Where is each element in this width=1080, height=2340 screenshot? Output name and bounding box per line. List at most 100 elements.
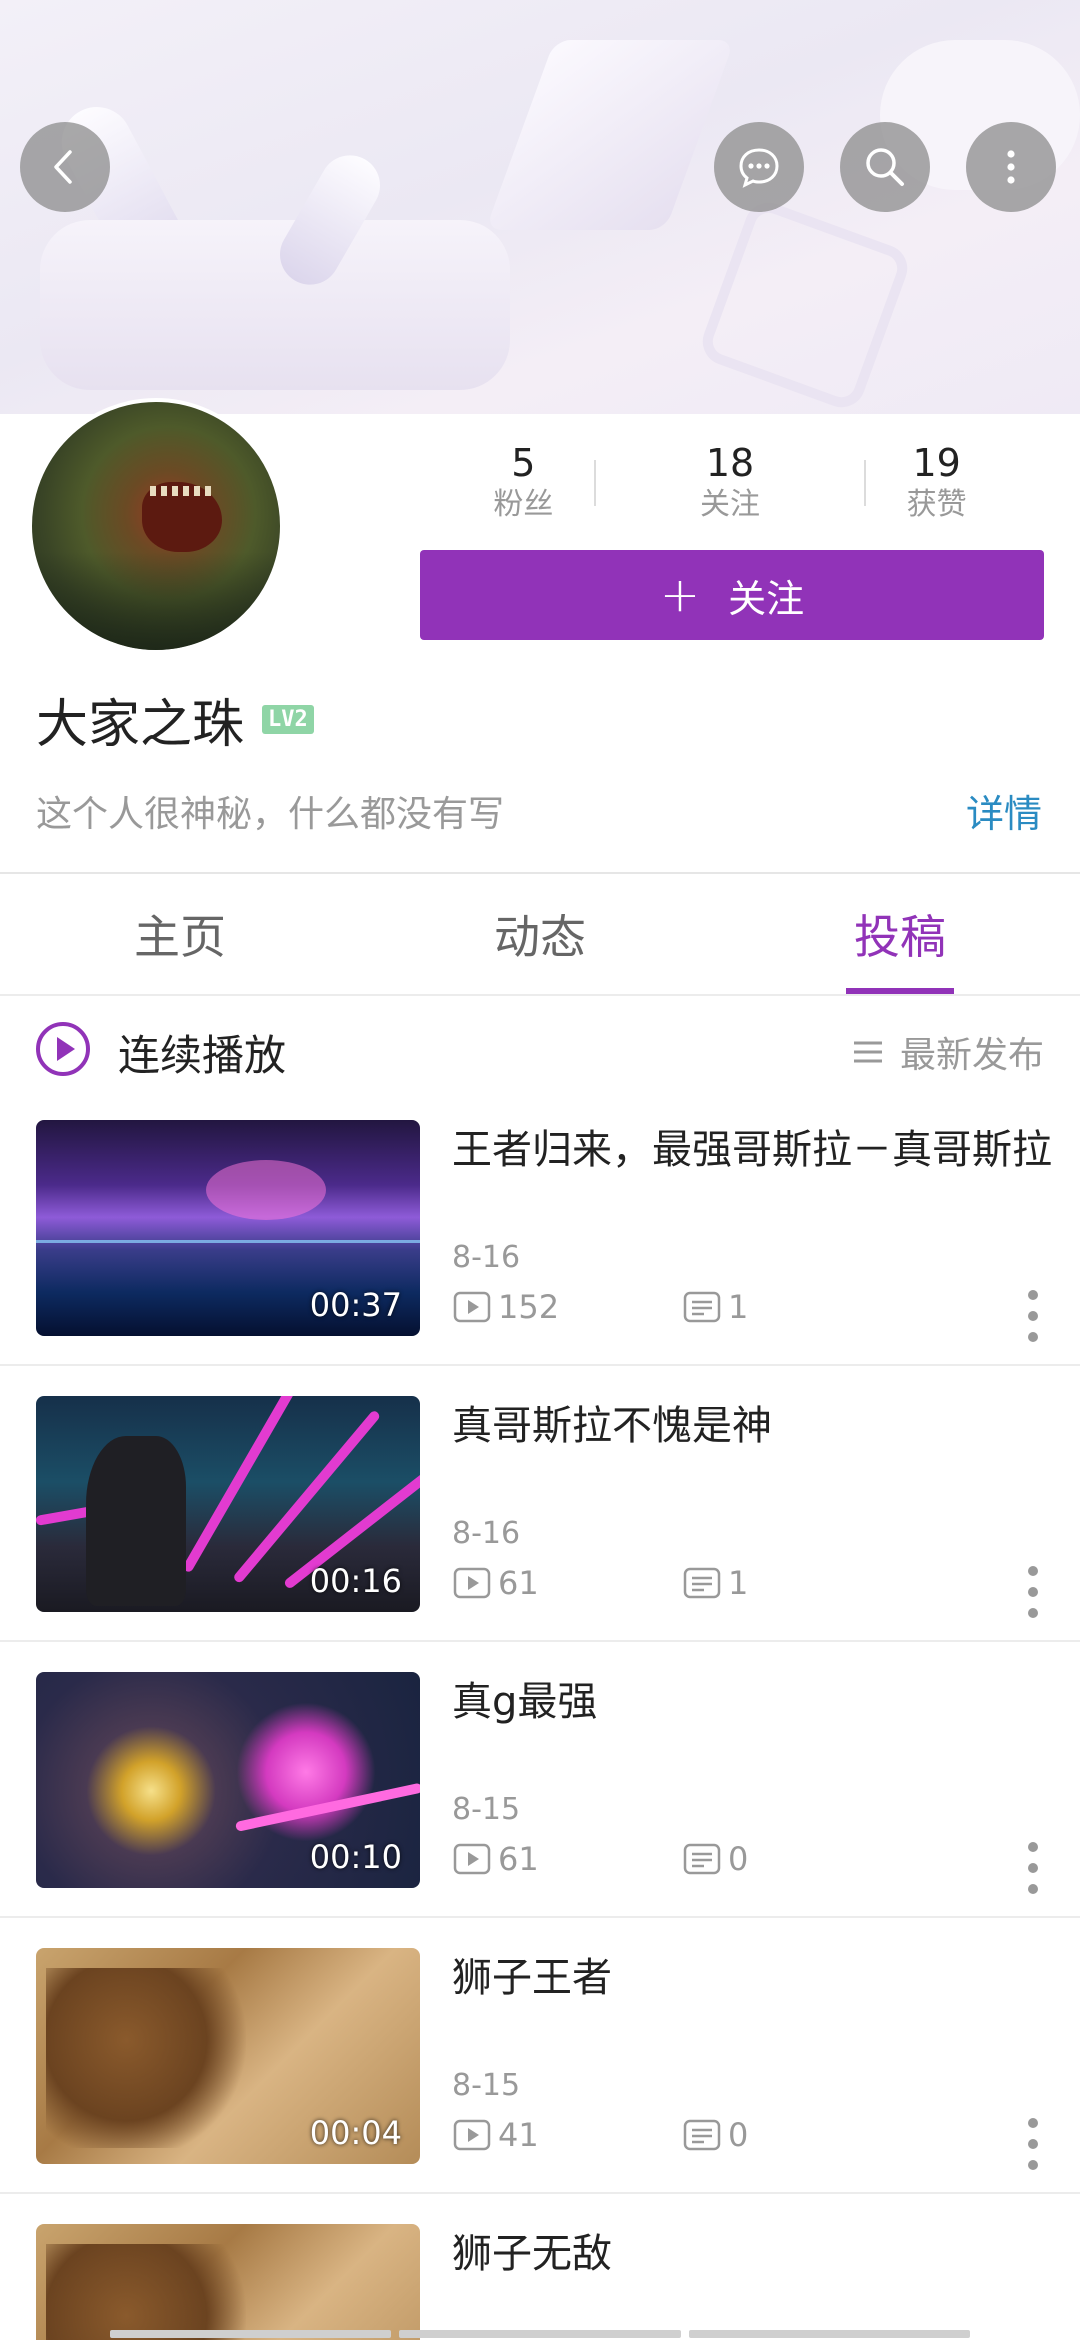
more-button[interactable] — [966, 122, 1056, 212]
thumbnail-detail — [46, 2244, 246, 2340]
banner-decoration — [696, 196, 914, 414]
video-thumbnail[interactable] — [36, 2224, 420, 2340]
back-button[interactable] — [20, 122, 110, 212]
thumbnail-detail — [206, 1160, 326, 1220]
tab-uploads[interactable]: 投稿 — [720, 874, 1080, 994]
tab-label: 动态 — [494, 910, 586, 964]
video-date: 8-15 — [452, 2068, 521, 2103]
thumbnail-detail — [181, 1396, 301, 1574]
bio-text: 这个人很神秘，什么都没有写 — [36, 794, 505, 835]
tab-label: 投稿 — [854, 910, 946, 964]
video-date: 8-15 — [452, 1792, 521, 1827]
comment-count: 0 — [728, 1840, 749, 1878]
sort-button[interactable]: 最新发布 — [850, 1026, 1044, 1078]
video-duration: 00:16 — [309, 1562, 402, 1600]
play-count-icon — [453, 1567, 491, 1599]
profile-banner — [0, 0, 1080, 414]
video-duration: 00:10 — [309, 1838, 402, 1876]
follow-button[interactable]: + 关注 — [420, 550, 1044, 640]
details-link[interactable]: 详情 — [966, 783, 1042, 838]
play-count-icon — [453, 1843, 491, 1875]
video-stats: 152 1 — [452, 1288, 748, 1326]
profile-stats: 5 粉丝 18 关注 19 获赞 — [420, 440, 1040, 530]
loading-indicator — [110, 2330, 970, 2338]
avatar-detail — [32, 552, 280, 650]
follow-label: 关注 — [728, 576, 805, 621]
sort-label: 最新发布 — [899, 1035, 1044, 1076]
view-count: 152 — [498, 1288, 560, 1326]
video-more-icon[interactable] — [1026, 1290, 1040, 1342]
play-circle-icon[interactable] — [34, 1020, 92, 1078]
play-count-icon — [453, 1291, 491, 1323]
profile-tabs: 主页 动态 投稿 — [0, 874, 1080, 994]
video-item[interactable]: 00:04 狮子王者 8-15 41 0 — [0, 1948, 1080, 2224]
video-more-icon[interactable] — [1026, 2118, 1040, 2170]
video-title[interactable]: 真哥斯拉不愧是神 — [452, 1396, 1052, 1456]
video-duration: 00:04 — [309, 2114, 402, 2152]
banner-decoration — [485, 40, 735, 230]
stat-divider — [594, 460, 596, 506]
username: 大家之珠 — [36, 694, 245, 755]
stat-label: 关注 — [700, 487, 760, 522]
more-vertical-icon — [1007, 150, 1015, 184]
divider — [0, 2192, 1080, 2194]
view-count: 41 — [498, 2116, 539, 2154]
thumbnail-detail — [46, 1968, 246, 2148]
comment-icon — [683, 1843, 721, 1875]
video-title[interactable]: 王者归来，最强哥斯拉－真哥斯拉 — [452, 1120, 1052, 1180]
message-button[interactable] — [714, 122, 804, 212]
chevron-left-icon — [54, 150, 72, 184]
video-title[interactable]: 狮子无敌 — [452, 2224, 1052, 2284]
video-date: 8-16 — [452, 1516, 521, 1551]
view-count: 61 — [498, 1840, 539, 1878]
video-more-icon[interactable] — [1026, 1566, 1040, 1618]
search-icon — [866, 148, 904, 186]
comment-count: 1 — [728, 1288, 749, 1326]
divider — [0, 1640, 1080, 1642]
avatar[interactable] — [28, 398, 284, 654]
video-stats: 61 0 — [452, 1840, 748, 1878]
thumbnail-detail — [232, 1409, 382, 1585]
video-item[interactable]: 00:16 真哥斯拉不愧是神 8-16 61 1 — [0, 1396, 1080, 1672]
divider — [0, 1916, 1080, 1918]
plus-icon: + — [659, 567, 701, 623]
video-thumbnail[interactable]: 00:10 — [36, 1672, 420, 1888]
banner-decoration — [40, 220, 510, 390]
video-item[interactable]: 狮子无敌 — [0, 2224, 1080, 2340]
stat-divider — [864, 460, 866, 506]
thumbnail-detail — [86, 1436, 186, 1606]
video-thumbnail[interactable]: 00:16 — [36, 1396, 420, 1612]
video-more-icon[interactable] — [1026, 1842, 1040, 1894]
video-thumbnail[interactable]: 00:37 — [36, 1120, 420, 1336]
stat-following[interactable]: 18 关注 — [627, 440, 834, 530]
divider — [0, 994, 1080, 996]
tab-home[interactable]: 主页 — [0, 874, 360, 994]
tab-label: 主页 — [134, 910, 226, 964]
video-duration: 00:37 — [309, 1286, 402, 1324]
level-badge: LV2 — [262, 704, 314, 734]
username-row: 大家之珠 LV2 — [36, 684, 314, 755]
menu-lines-icon — [853, 1041, 882, 1063]
avatar-detail — [150, 486, 214, 496]
search-button[interactable] — [840, 122, 930, 212]
thumbnail-detail — [36, 1240, 420, 1243]
video-date: 8-16 — [452, 1240, 521, 1275]
video-stats: 61 1 — [452, 1564, 748, 1602]
video-thumbnail[interactable]: 00:04 — [36, 1948, 420, 2164]
comment-count: 1 — [728, 1564, 749, 1602]
comment-icon — [683, 1567, 721, 1599]
play-count-icon — [453, 2119, 491, 2151]
video-title[interactable]: 狮子王者 — [452, 1948, 1052, 2008]
list-header: 连续播放 最新发布 — [0, 1000, 1080, 1100]
video-title[interactable]: 真g最强 — [452, 1672, 1052, 1732]
divider — [0, 1364, 1080, 1366]
video-stats: 41 0 — [452, 2116, 748, 2154]
comment-count: 0 — [728, 2116, 749, 2154]
video-item[interactable]: 00:37 王者归来，最强哥斯拉－真哥斯拉 8-16 152 1 — [0, 1120, 1080, 1396]
tab-activity[interactable]: 动态 — [360, 874, 720, 994]
continuous-play-button[interactable]: 连续播放 — [118, 1022, 286, 1083]
video-item[interactable]: 00:10 真g最强 8-15 61 0 — [0, 1672, 1080, 1948]
comment-icon — [683, 1291, 721, 1323]
chat-bubble-icon — [739, 148, 779, 188]
stat-value: 18 — [705, 441, 755, 485]
